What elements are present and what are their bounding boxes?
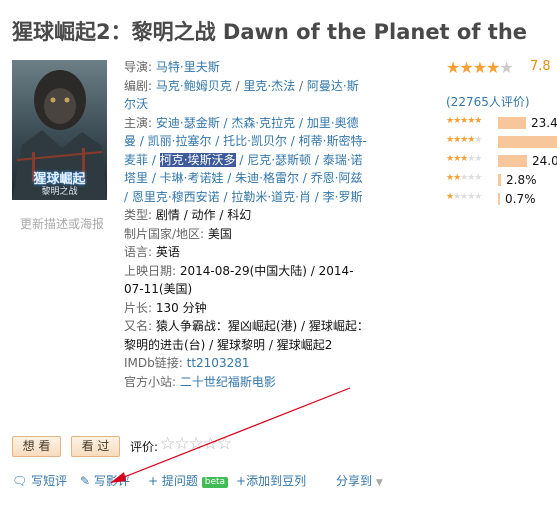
beta-badge: beta xyxy=(201,477,229,488)
runtime-label: 片长: xyxy=(124,300,153,315)
writer-link-1[interactable]: 马克·鲍姆贝克 xyxy=(156,79,232,93)
watched-button[interactable]: 看 过 xyxy=(71,436,120,457)
rating-bar-stars-icon: ★★★★★ xyxy=(446,192,482,202)
ask-question-link[interactable]: + 提问题 beta xyxy=(148,472,229,489)
director-label: 导演: xyxy=(124,60,153,74)
rating-bar-stars-icon: ★★★★★ xyxy=(446,116,482,126)
add-to-doulist-link[interactable]: +添加到豆列 xyxy=(236,472,306,489)
rating-bar-fill xyxy=(498,193,500,205)
director-link[interactable]: 马特·里夫斯 xyxy=(156,60,220,74)
release-label: 上映日期: xyxy=(124,263,177,278)
rate-label: 评价: xyxy=(130,440,159,454)
rating-bar-fill xyxy=(498,136,557,148)
genre-label: 类型: xyxy=(124,208,153,222)
ask-question-label: 提问题 xyxy=(161,474,198,488)
site-label: 官方小站: xyxy=(124,374,177,389)
rating-bar-fill xyxy=(498,174,501,186)
write-short-review-link[interactable]: 🗨 写短评 xyxy=(12,472,67,489)
runtime-value: 130 分钟 xyxy=(155,300,207,315)
imdb-link[interactable]: tt2103281 xyxy=(187,356,250,370)
comment-icon: 🗨 xyxy=(12,474,28,488)
rating-count-link[interactable]: (22765人评价) xyxy=(446,93,530,110)
rating-score: 7.8 xyxy=(530,59,551,74)
writer-label: 编剧: xyxy=(124,78,153,93)
writer-link-2[interactable]: 里克·杰法 xyxy=(243,79,295,93)
movie-poster[interactable]: 猩球崛起 黎明之战 xyxy=(12,60,107,200)
rating-bar-percent: 23.4 xyxy=(531,116,557,130)
share-label: 分享到 xyxy=(336,474,373,488)
want-to-watch-button[interactable]: 想 看 xyxy=(12,436,61,457)
language-value: 英语 xyxy=(155,245,180,259)
rating-stars-icon: ★★★★★ xyxy=(446,58,514,77)
rating-bar-fill xyxy=(498,117,526,129)
imdb-label: IMDb链接: xyxy=(124,356,183,370)
rating-bar-percent: 24.0 xyxy=(532,154,557,168)
language-label: 语言: xyxy=(124,245,153,259)
cast-label: 主演: xyxy=(124,115,153,130)
official-site-link[interactable]: 二十世纪福斯电影 xyxy=(180,375,276,389)
plus-icon: + xyxy=(148,474,159,488)
plus-icon: + xyxy=(236,474,247,488)
rating-bar-percent: 0.7% xyxy=(505,192,536,206)
country-value: 美国 xyxy=(207,226,232,241)
rating-bar-stars-icon: ★★★★★ xyxy=(446,135,482,145)
rating-bar-stars-icon: ★★★★★ xyxy=(446,173,482,183)
genre-value: 剧情 / 动作 / 科幻 xyxy=(155,208,252,222)
aka-value: 猿人争霸战：猩凶崛起(港) / 猩球崛起：黎明的进击(台) / 猩球黎明 / 猩… xyxy=(124,319,369,352)
share-dropdown[interactable]: 分享到 ▼ xyxy=(336,472,383,489)
rating-summary: ★★★★★ 7.8 xyxy=(446,58,557,77)
pencil-icon: ✎ xyxy=(80,474,91,488)
cast-link-selected[interactable]: 柯克·埃斯沃多 xyxy=(159,152,236,167)
update-poster-link[interactable]: 更新描述或海报 xyxy=(20,215,104,232)
movie-info: 导演: 马特·里夫斯 编剧: 马克·鲍姆贝克 / 里克·杰法 / 阿曼达·斯尔沃… xyxy=(124,60,369,389)
rate-stars-icon[interactable]: ☆☆☆☆☆ xyxy=(160,434,232,454)
country-label: 制片国家/地区: xyxy=(124,226,205,241)
add-to-doulist-label: 添加到豆列 xyxy=(246,474,307,488)
poster-subtitle: 黎明之战 xyxy=(41,187,78,197)
aka-label: 又名: xyxy=(124,319,153,333)
rating-bar-stars-icon: ★★★★★ xyxy=(446,154,482,164)
page-title: 猩球崛起2：黎明之战 Dawn of the Planet of the xyxy=(12,20,528,44)
write-review-link[interactable]: ✎ 写影评 xyxy=(80,472,130,489)
chevron-down-icon: ▼ xyxy=(375,478,383,488)
write-review-label: 写影评 xyxy=(93,474,130,488)
rating-bar-percent: 2.8% xyxy=(506,173,537,187)
rating-bar-fill xyxy=(498,155,527,167)
write-short-review-label: 写短评 xyxy=(31,474,68,488)
